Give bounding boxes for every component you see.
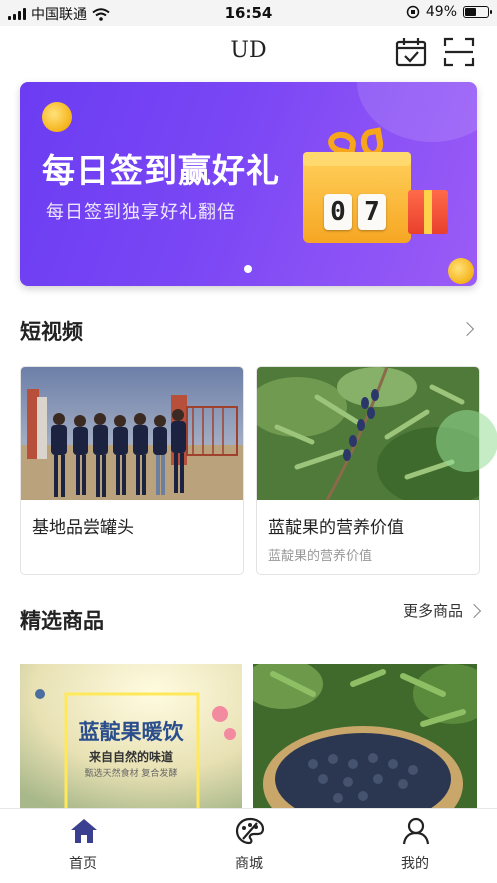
video-subtitle: 蓝靛果的营养价值 <box>268 549 373 564</box>
scan-icon[interactable] <box>442 36 476 68</box>
product-poster-title: 蓝靛果暖饮 <box>78 720 184 744</box>
gift-lid <box>303 152 411 166</box>
tab-home[interactable]: 首页 <box>0 809 166 883</box>
coin-icon <box>448 258 474 284</box>
tab-mall[interactable]: 商城 <box>166 809 332 883</box>
counter-digit: 7 <box>358 194 386 230</box>
banner-title: 每日签到赢好礼 <box>42 151 280 190</box>
tab-label: 我的 <box>401 856 429 872</box>
checkin-banner[interactable]: 每日签到赢好礼 每日签到独享好礼翻倍 0 7 <box>20 82 477 286</box>
more-products-link[interactable]: 更多商品 <box>402 600 482 621</box>
status-right: 49% <box>406 4 492 20</box>
video-thumbnail[interactable] <box>21 367 243 500</box>
tab-bar: 首页 商城 我的 <box>0 808 497 883</box>
product-poster-tagline: 甄选天然食材 复合发酵 <box>84 769 178 779</box>
palette-icon <box>235 817 265 845</box>
tab-label: 商城 <box>235 856 263 872</box>
product-card[interactable]: 蓝靛果暖饮 来自自然的味道 甄选天然食材 复合发酵 <box>20 664 242 810</box>
more-products-label: 更多商品 <box>402 602 463 620</box>
section-title-videos: 短视频 <box>20 320 83 344</box>
tab-mine[interactable]: 我的 <box>332 809 497 883</box>
section-title-products: 精选商品 <box>20 609 104 633</box>
orientation-lock-icon <box>406 5 420 19</box>
gift-ribbon <box>424 190 432 234</box>
nav-bar: UD <box>0 26 497 78</box>
calendar-check-icon[interactable] <box>394 36 428 68</box>
video-card[interactable]: 蓝靛果的营养价值 蓝靛果的营养价值 <box>256 366 480 575</box>
banner-subtitle: 每日签到独享好礼翻倍 <box>46 202 236 223</box>
product-poster-subtitle: 来自自然的味道 <box>88 750 173 764</box>
battery-icon <box>463 6 492 18</box>
video-title: 基地品尝罐头 <box>32 518 134 538</box>
coin-icon <box>42 102 72 132</box>
tab-label: 首页 <box>69 856 97 872</box>
video-card[interactable]: 基地品尝罐头 <box>20 366 244 575</box>
home-icon <box>71 819 97 843</box>
floating-bubble[interactable] <box>436 410 497 472</box>
video-title: 蓝靛果的营养价值 <box>268 518 404 538</box>
chevron-right-icon <box>466 603 482 618</box>
product-card[interactable] <box>253 664 477 810</box>
chevron-right-icon[interactable] <box>459 321 475 337</box>
status-bar: 中国联通 16:54 49% <box>0 0 497 26</box>
counter-digit: 0 <box>324 194 352 230</box>
user-icon <box>402 817 430 845</box>
battery-percent: 49% <box>425 4 457 20</box>
gift-box-icon <box>303 157 411 243</box>
carousel-indicator[interactable] <box>244 265 252 273</box>
